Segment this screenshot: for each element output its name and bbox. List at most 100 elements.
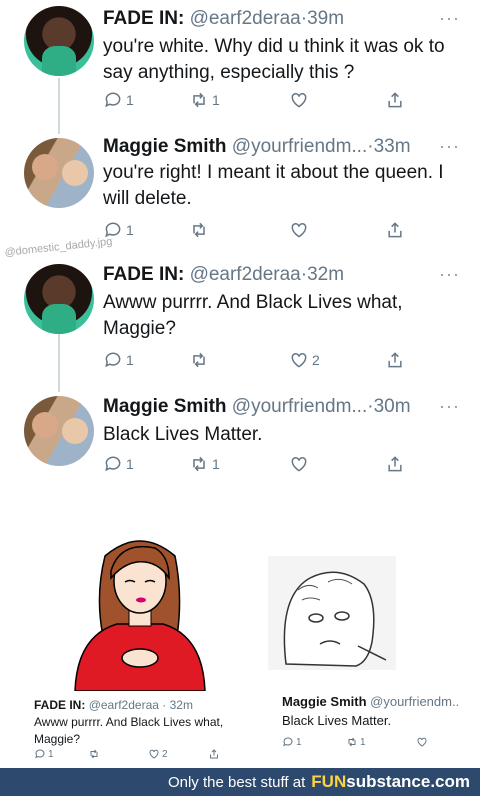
mini-retweet [88, 748, 100, 760]
mini-retweet-count: 1 [360, 736, 366, 748]
retweet-button[interactable] [189, 220, 212, 240]
timestamp[interactable]: 39m [307, 8, 344, 29]
share-icon [388, 92, 402, 108]
author-name[interactable]: FADE IN: [103, 264, 184, 285]
reply-button[interactable]: 1 [103, 350, 134, 370]
heart-icon [291, 352, 307, 368]
share-icon [388, 456, 402, 472]
like-button[interactable]: 2 [289, 350, 320, 370]
mini-tweet-text: Awww purrrr. And Black Lives what, Maggi… [34, 715, 224, 746]
heart-icon [417, 737, 427, 747]
tweet-4[interactable]: Maggie Smith @yourfriendm...·30m ··· Bla… [0, 392, 480, 492]
reply-button[interactable]: 1 [103, 90, 134, 110]
like-button[interactable] [289, 90, 312, 110]
mini-author-name: FADE IN: [34, 698, 86, 712]
heart-icon [291, 92, 307, 108]
retweet-button[interactable]: 1 [189, 90, 220, 110]
logo-fun: FUN [311, 772, 347, 791]
author-handle[interactable]: @earf2deraa [190, 264, 301, 285]
mini-reply: 1 [282, 736, 302, 748]
retweet-icon [348, 737, 356, 747]
author-name[interactable]: Maggie Smith [103, 396, 227, 417]
mini-tweet-text: Black Lives Matter. [282, 713, 392, 728]
smug-woman-illustration [74, 540, 206, 691]
heart-icon [291, 222, 307, 238]
meme-left-panel: FADE IN: @earf2deraa · 32m Awww purrrr. … [30, 526, 240, 766]
more-options-icon[interactable]: ··· [439, 264, 460, 285]
share-button[interactable] [385, 350, 405, 370]
retweet-count: 1 [212, 456, 220, 472]
avatar[interactable] [24, 6, 94, 76]
retweet-icon [193, 222, 205, 238]
reply-count: 1 [126, 222, 134, 238]
mini-like-count: 2 [162, 748, 168, 760]
timestamp[interactable]: 32m [307, 264, 344, 285]
reply-icon [105, 92, 121, 108]
reply-icon [35, 749, 45, 759]
tweet-1[interactable]: FADE IN: @earf2deraa·39m ··· you're whit… [0, 0, 480, 120]
author-handle[interactable]: @yourfriendm... [232, 396, 367, 417]
sad-wojak-illustration [268, 556, 396, 670]
mini-tweet-header: FADE IN: @earf2deraa · 32m [34, 698, 193, 712]
share-icon [388, 222, 402, 238]
retweet-icon [193, 456, 205, 472]
tweet-header: Maggie Smith @yourfriendm...·33m [103, 136, 411, 158]
timestamp[interactable]: 30m [374, 396, 411, 417]
avatar[interactable] [24, 264, 94, 334]
avatar[interactable] [24, 138, 94, 208]
reply-count: 1 [126, 352, 134, 368]
share-icon [210, 749, 218, 759]
mini-tweet-header: Maggie Smith @yourfriendm.. [282, 694, 459, 709]
tweet-text: you're right! I meant it about the queen… [103, 162, 444, 209]
share-button[interactable] [385, 90, 405, 110]
mini-author-handle: @earf2deraa [88, 698, 159, 712]
author-name[interactable]: Maggie Smith [103, 136, 227, 157]
mini-author-name: Maggie Smith [282, 694, 367, 709]
avatar[interactable] [24, 396, 94, 466]
mini-reply: 1 [34, 748, 54, 760]
reply-icon [105, 456, 121, 472]
meme-right-panel: Maggie Smith @yourfriendm.. Black Lives … [262, 556, 478, 756]
reply-icon [283, 737, 293, 747]
reply-count: 1 [126, 92, 134, 108]
mini-retweet: 1 [346, 736, 366, 748]
retweet-icon [193, 352, 205, 368]
reply-button[interactable]: 1 [103, 454, 134, 474]
more-options-icon[interactable]: ··· [439, 136, 460, 157]
tweet-actions: 1 1 [103, 454, 413, 476]
share-icon [388, 352, 402, 368]
mini-like [416, 736, 428, 748]
site-logo[interactable]: FUNsubstance.com [311, 772, 470, 792]
author-name[interactable]: FADE IN: [103, 8, 184, 29]
retweet-icon [193, 92, 205, 108]
like-count: 2 [312, 352, 320, 368]
tweet-text: Awww purrrr. And Black Lives what, Maggi… [103, 292, 403, 339]
timestamp[interactable]: 33m [374, 136, 411, 157]
tweet-header: Maggie Smith @yourfriendm...·30m [103, 396, 411, 418]
banner-tagline: Only the best stuff at [167, 773, 306, 791]
retweet-icon [90, 749, 98, 759]
tweet-header: FADE IN: @earf2deraa·32m [103, 264, 344, 286]
tweet-3[interactable]: FADE IN: @earf2deraa·32m ··· Awww purrrr… [0, 256, 480, 386]
author-handle[interactable]: @earf2deraa [190, 8, 301, 29]
heart-icon [149, 749, 159, 759]
tweet-2[interactable]: Maggie Smith @yourfriendm...·33m ··· you… [0, 130, 480, 248]
heart-icon [291, 456, 307, 472]
like-button[interactable] [289, 220, 312, 240]
mini-reply-count: 1 [48, 748, 54, 760]
retweet-button[interactable] [189, 350, 212, 370]
mini-timestamp: · 32m [162, 698, 193, 712]
mini-reply-count: 1 [296, 736, 302, 748]
tweet-text: Black Lives Matter. [103, 424, 263, 445]
share-button[interactable] [385, 454, 405, 474]
author-handle[interactable]: @yourfriendm... [232, 136, 367, 157]
more-options-icon[interactable]: ··· [439, 8, 460, 29]
like-button[interactable] [289, 454, 312, 474]
reply-count: 1 [126, 456, 134, 472]
retweet-button[interactable]: 1 [189, 454, 220, 474]
tweet-actions: 1 [103, 220, 413, 242]
reply-icon [105, 352, 121, 368]
share-button[interactable] [385, 220, 405, 240]
more-options-icon[interactable]: ··· [439, 396, 460, 417]
mini-share [208, 748, 220, 760]
